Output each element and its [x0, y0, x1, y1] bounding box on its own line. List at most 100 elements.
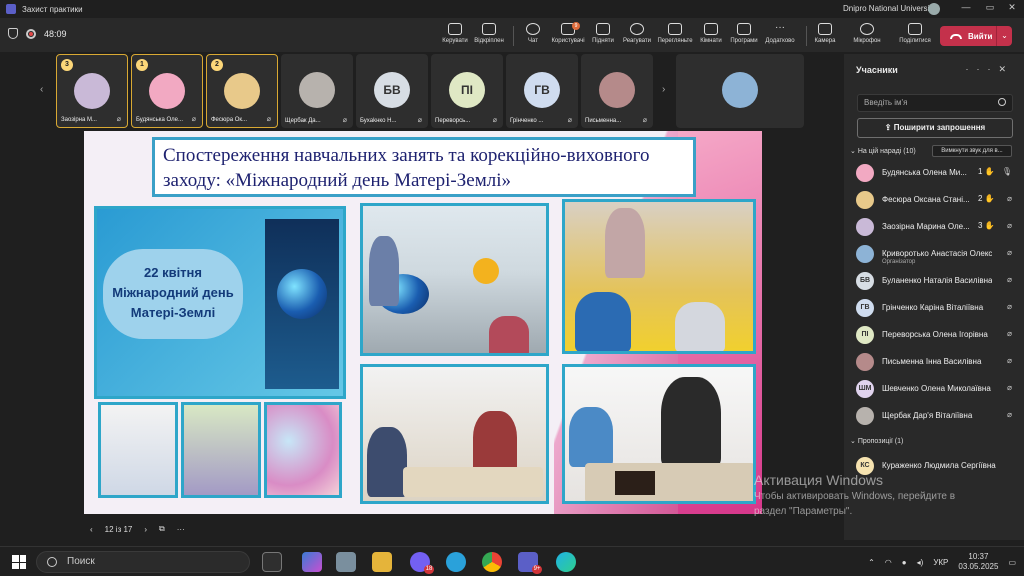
viber-icon[interactable]: 18 [410, 552, 434, 574]
participant-row[interactable]: ГВ Грінченко Каріна Віталіївна ⌀ [856, 297, 1016, 321]
shared-presentation-slide: Спостереження навчальних занять та корек… [84, 131, 762, 514]
keyboard-lang[interactable]: УКР [933, 558, 948, 567]
participant-name: Грінченко Каріна Віталіївна [882, 303, 984, 312]
mic-tray-icon[interactable]: ● [902, 558, 907, 567]
view-icon [668, 23, 682, 35]
taskbar-search[interactable]: Поиск [36, 551, 250, 573]
video-tile[interactable]: Щербак Да... ⌀ [281, 54, 353, 128]
mic-off-icon: ⌀ [492, 117, 497, 124]
participant-name: Бухаkнко Н... [360, 118, 397, 124]
participant-row[interactable]: ПІ Переворська Олена Ігорівна ⌀ [856, 324, 1016, 348]
avatar [74, 73, 110, 109]
calculator-icon[interactable] [336, 552, 356, 572]
file-explorer-icon[interactable] [372, 552, 392, 572]
participant-row[interactable]: Будянська Олена Ми... 1 ✋ 🎙 [856, 162, 1016, 186]
clock[interactable]: 10:37 03.05.2025 [958, 552, 998, 572]
recording-icon [26, 28, 36, 39]
title-bar: Захист практики Dnipro National Universi… [0, 0, 1024, 18]
participant-row[interactable]: БВ Буланенко Наталія Василівна ⌀ [856, 270, 1016, 294]
system-tray: ⌃ ◠ ● ◂) УКР 10:37 03.05.2025 ▭ [868, 551, 1016, 573]
slide-title: Спостереження навчальних занять та корек… [152, 137, 696, 197]
task-view-icon[interactable] [262, 552, 282, 572]
participant-row[interactable]: Криворотько Анастасія Олекс... Організато… [856, 243, 1016, 267]
participant-search-input[interactable]: Введіть ім'я [857, 94, 1013, 112]
teams-icon[interactable]: 9+ [518, 552, 542, 574]
chat-icon [526, 23, 540, 35]
more-icon[interactable]: ··· [965, 64, 998, 74]
chevron-up-icon[interactable]: ⌃ [868, 558, 875, 567]
participant-name: Криворотько Анастасія Олекс... [882, 249, 992, 258]
share-invite-button[interactable]: ⇪ Поширити запрошення [857, 118, 1013, 138]
gallery-next-arrow-icon[interactable]: › [662, 84, 665, 95]
more-button[interactable]: ··· Додатково [759, 21, 801, 49]
participant-row[interactable]: Фесюра Оксана Стані... 2 ✋ ⌀ [856, 189, 1016, 213]
windows-start-icon[interactable] [12, 555, 26, 569]
prev-slide-icon[interactable]: ‹ [90, 525, 93, 534]
next-slide-icon[interactable]: › [144, 525, 147, 534]
grid-view-icon[interactable]: ⧉ [159, 524, 165, 534]
volume-icon[interactable]: ◂) [917, 558, 924, 567]
share-screen-button[interactable]: Поділитися [894, 21, 936, 49]
mic-button[interactable]: Мікрофон [846, 21, 888, 49]
video-tile[interactable]: 2 Фесюра Ок... ⌀ [206, 54, 278, 128]
share-screen-icon [908, 23, 922, 35]
mute-all-button[interactable]: Вимкнути звук для в... [932, 145, 1012, 157]
window-title: Захист практики [22, 4, 83, 14]
camera-button[interactable]: Камера [804, 21, 846, 49]
account-avatar[interactable] [928, 3, 940, 15]
close-icon[interactable]: ✕ [998, 64, 1014, 74]
avatar: ПІ [449, 72, 485, 108]
mic-off-icon[interactable]: ⌀ [1007, 194, 1012, 203]
video-tile[interactable]: 1 Будянська Оле... ⌀ [131, 54, 203, 128]
participant-row[interactable]: Щербак Дар'я Віталіївна ⌀ [856, 405, 1016, 429]
telegram-icon[interactable] [446, 552, 466, 572]
chrome-icon[interactable] [482, 552, 502, 572]
avatar [856, 218, 874, 236]
mic-off-icon: ⌀ [567, 117, 572, 124]
control-icon [448, 23, 462, 35]
slide-navigation: ‹ 12 із 17 › ⧉ ··· [84, 518, 224, 540]
avatar: ГВ [524, 72, 560, 108]
video-tile[interactable] [676, 54, 804, 128]
participant-row[interactable]: ШМ Шевченко Олена Миколаївна ⌀ [856, 378, 1016, 402]
participant-name: Переворська Олена Ігорівна [882, 330, 988, 339]
video-tile[interactable]: ПІ Переворсь... ⌀ [431, 54, 503, 128]
mic-off-icon[interactable]: ⌀ [1007, 410, 1012, 419]
gallery-prev-arrow-icon[interactable]: ‹ [40, 84, 43, 95]
windows-taskbar: Поиск 18 9+ ⌃ ◠ ● ◂) УКР 10:37 03.05.202… [0, 546, 1024, 576]
leave-button[interactable]: Вийти ⌄ [940, 26, 1012, 46]
camera-icon [818, 23, 832, 35]
mic-off-icon[interactable]: ⌀ [1007, 221, 1012, 230]
unpin-button[interactable]: Відкріплен [468, 21, 510, 49]
video-tile[interactable]: БВ Бухаkнко Н... ⌀ [356, 54, 428, 128]
mic-off-icon[interactable]: ⌀ [1007, 275, 1012, 284]
close-window-button[interactable]: ✕ [998, 2, 1024, 16]
avatar [856, 353, 874, 371]
rooms-icon [704, 23, 718, 35]
mic-off-icon[interactable]: ⌀ [1007, 248, 1012, 257]
mic-icon[interactable]: 🎙 [1002, 167, 1012, 176]
participant-row[interactable]: Письменна Інна Василівна ⌀ [856, 351, 1016, 375]
react-button[interactable]: Реагувати [616, 21, 658, 49]
mic-off-icon[interactable]: ⌀ [1007, 329, 1012, 338]
more-options-icon[interactable]: ··· [177, 525, 185, 534]
wifi-icon[interactable]: ◠ [885, 558, 892, 567]
video-tile[interactable]: ГВ Грінченко ... ⌀ [506, 54, 578, 128]
mic-off-icon[interactable]: ⌀ [1007, 356, 1012, 365]
video-gallery-strip: ‹ 3 Заозірна М... ⌀ 1 Будянська Оле... ⌀ 2 Фесю… [36, 54, 810, 128]
suggestions-section[interactable]: ⌄ Пропозиції (1) [850, 437, 903, 445]
mic-off-icon: ⌀ [642, 117, 647, 124]
participant-row[interactable]: Заозірна Марина Оле... 3 ✋ ⌀ [856, 216, 1016, 240]
video-tile[interactable]: 3 Заозірна М... ⌀ [56, 54, 128, 128]
participant-name: Щербак Да... [285, 118, 321, 124]
edge-icon[interactable] [556, 552, 576, 572]
mic-off-icon[interactable]: ⌀ [1007, 302, 1012, 311]
leave-options-chevron-icon[interactable]: ⌄ [996, 26, 1012, 46]
participant-name: Грінченко ... [510, 118, 544, 124]
mic-off-icon[interactable]: ⌀ [1007, 383, 1012, 392]
copilot-icon[interactable] [302, 552, 322, 572]
avatar: БВ [374, 72, 410, 108]
notifications-icon[interactable]: ▭ [1008, 558, 1016, 567]
in-meeting-section[interactable]: ⌄ На цій нараді (10) [850, 147, 916, 155]
video-tile[interactable]: Письменна... ⌀ [581, 54, 653, 128]
